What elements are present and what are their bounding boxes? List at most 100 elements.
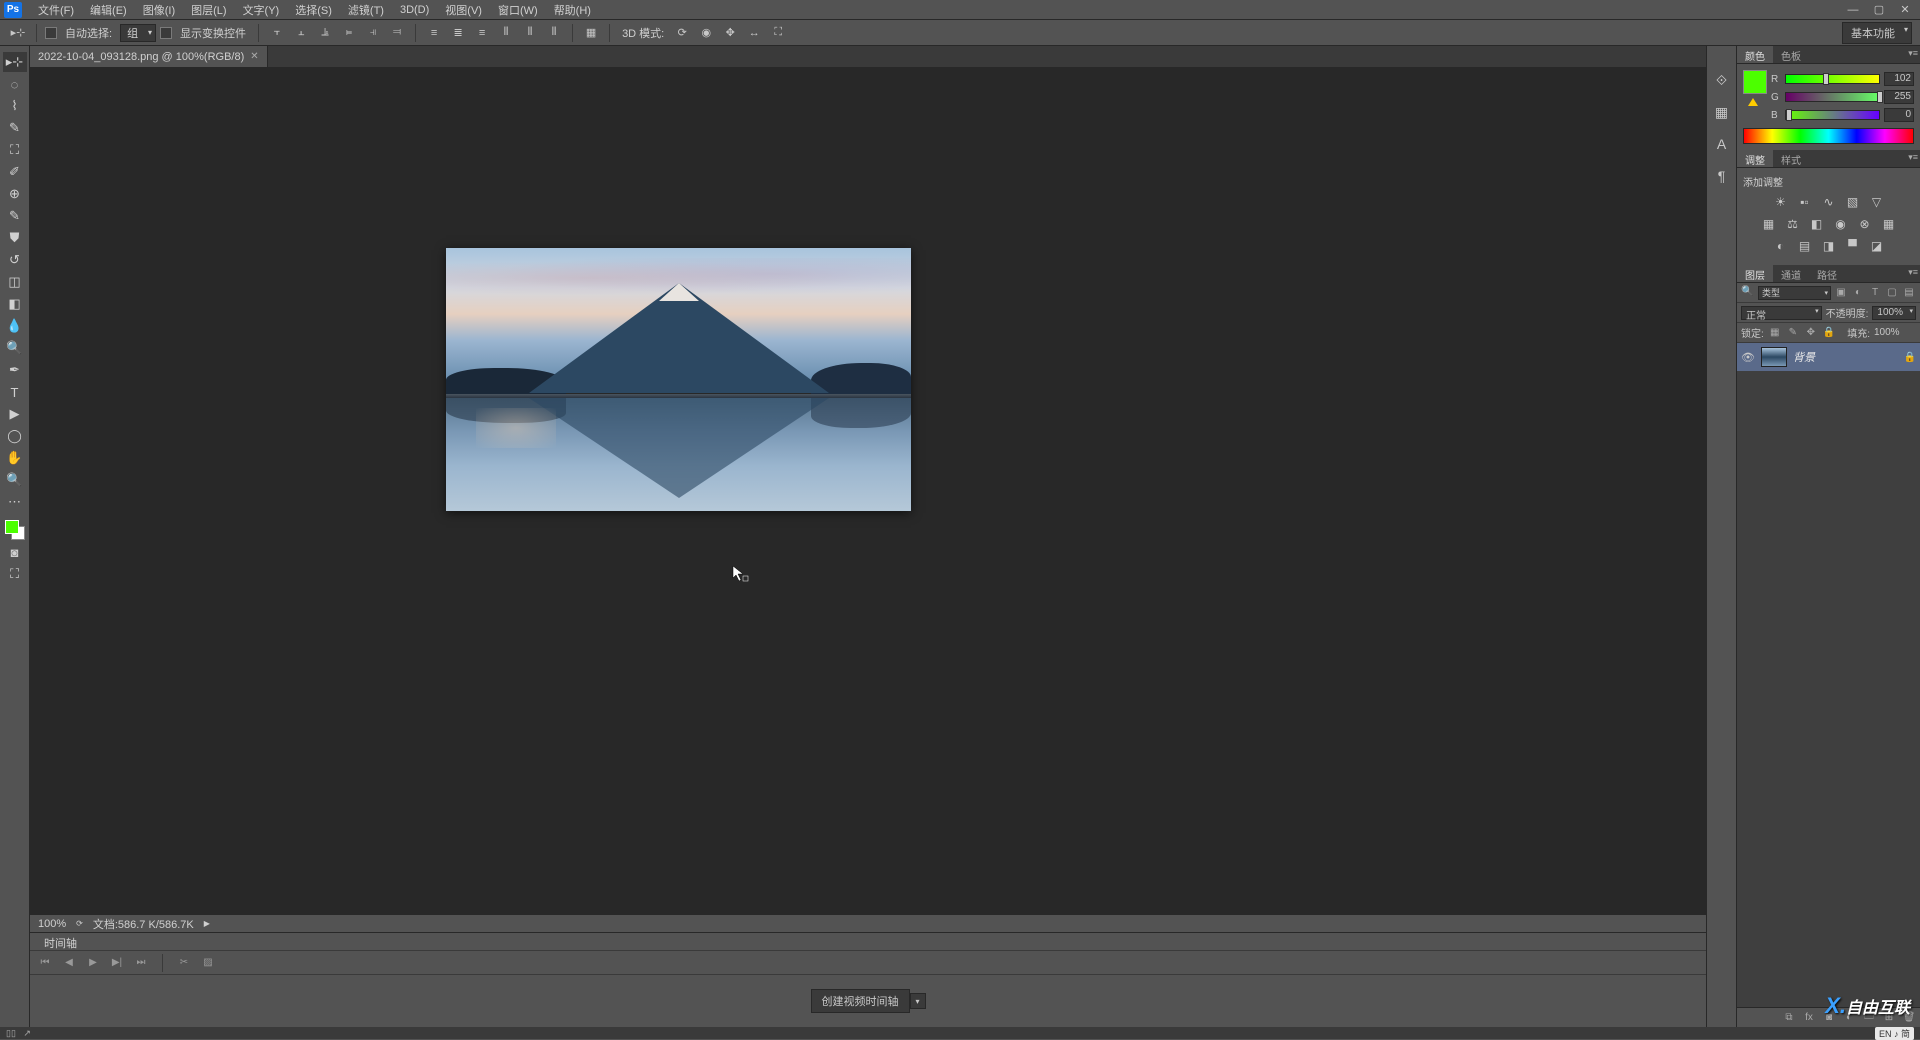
menu-layer[interactable]: 图层(L): [183, 0, 234, 20]
lock-pixels-icon[interactable]: ✎: [1786, 326, 1800, 340]
canvas[interactable]: [30, 68, 1706, 914]
timeline-prev-frame-icon[interactable]: ◀: [62, 956, 76, 970]
menu-select[interactable]: 选择(S): [287, 0, 340, 20]
show-transform-checkbox[interactable]: [160, 27, 172, 39]
lasso-tool[interactable]: ⌇: [3, 96, 27, 116]
3d-orbit-icon[interactable]: ⟳: [672, 23, 692, 43]
panel-menu-icon[interactable]: ▾≡: [1908, 267, 1918, 278]
crop-tool[interactable]: ⛶: [3, 140, 27, 160]
g-slider[interactable]: [1785, 92, 1880, 102]
r-value[interactable]: 102: [1884, 72, 1914, 86]
filter-type-dropdown[interactable]: 类型: [1758, 286, 1831, 300]
tab-channels[interactable]: 通道: [1773, 265, 1809, 282]
menu-edit[interactable]: 编辑(E): [82, 0, 135, 20]
screen-mode-toggle[interactable]: ⛶: [3, 564, 27, 584]
create-video-timeline-button[interactable]: 创建视频时间轴: [811, 989, 910, 1013]
distribute-top-icon[interactable]: ≡: [424, 23, 444, 43]
distribute-bottom-icon[interactable]: ≡: [472, 23, 492, 43]
eyedropper-tool[interactable]: ✐: [3, 162, 27, 182]
timeline-next-frame-icon[interactable]: ▶|: [110, 956, 124, 970]
filter-type-icon[interactable]: T: [1868, 286, 1882, 300]
gradient-map-icon[interactable]: ▀: [1844, 237, 1862, 255]
gradient-tool[interactable]: ◧: [3, 294, 27, 314]
lock-position-icon[interactable]: ✥: [1804, 326, 1818, 340]
menu-file[interactable]: 文件(F): [30, 0, 82, 20]
curves-icon[interactable]: ∿: [1820, 193, 1838, 211]
bw-icon[interactable]: ◧: [1808, 215, 1826, 233]
workspace-switcher[interactable]: 基本功能: [1842, 22, 1912, 44]
tab-swatches[interactable]: 色板: [1773, 46, 1809, 63]
character-panel-icon[interactable]: A: [1712, 134, 1732, 154]
doc-info-flyout-icon[interactable]: ▶: [204, 919, 210, 928]
move-tool-indicator-icon[interactable]: ▸⊹: [8, 23, 28, 43]
blur-tool[interactable]: 💧: [3, 316, 27, 336]
align-vcenter-icon[interactable]: ⫠: [291, 23, 311, 43]
history-brush-tool[interactable]: ↺: [3, 250, 27, 270]
3d-roll-icon[interactable]: ◉: [696, 23, 716, 43]
exposure-icon[interactable]: ▧: [1844, 193, 1862, 211]
ime-indicator[interactable]: EN ♪ 简: [1875, 1027, 1914, 1040]
r-slider[interactable]: [1785, 74, 1880, 84]
3d-pan-icon[interactable]: ✥: [720, 23, 740, 43]
type-tool[interactable]: T: [3, 382, 27, 402]
filter-shape-icon[interactable]: ▢: [1885, 286, 1899, 300]
eraser-tool[interactable]: ◫: [3, 272, 27, 292]
menu-filter[interactable]: 滤镜(T): [340, 0, 392, 20]
tab-color[interactable]: 颜色: [1737, 46, 1773, 63]
foreground-color[interactable]: [5, 520, 19, 534]
history-panel-icon[interactable]: ⟐: [1712, 70, 1732, 90]
search-icon[interactable]: 🔍: [1741, 286, 1755, 300]
gamut-warning-icon[interactable]: [1748, 98, 1758, 106]
3d-slide-icon[interactable]: ↔: [744, 23, 764, 43]
blend-mode-dropdown[interactable]: 正常: [1741, 306, 1822, 320]
align-right-icon[interactable]: ⫤: [387, 23, 407, 43]
quick-select-tool[interactable]: ✎: [3, 118, 27, 138]
invert-icon[interactable]: ◐: [1772, 237, 1790, 255]
align-left-icon[interactable]: ⫢: [339, 23, 359, 43]
hue-icon[interactable]: ▦: [1760, 215, 1778, 233]
timeline-last-frame-icon[interactable]: ⏭: [134, 956, 148, 970]
tab-layers[interactable]: 图层: [1737, 265, 1773, 282]
panel-menu-icon[interactable]: ▾≡: [1908, 152, 1918, 163]
marquee-tool[interactable]: ◌: [3, 74, 27, 94]
healing-brush-tool[interactable]: ⊕: [3, 184, 27, 204]
distribute-vcenter-icon[interactable]: ≣: [448, 23, 468, 43]
shape-tool[interactable]: ◯: [3, 426, 27, 446]
levels-icon[interactable]: ▪▫: [1796, 193, 1814, 211]
g-value[interactable]: 255: [1884, 90, 1914, 104]
edit-toolbar[interactable]: ⋯: [3, 492, 27, 512]
layer-name[interactable]: 背景: [1793, 349, 1815, 365]
zoom-level[interactable]: 100%: [38, 918, 66, 930]
brightness-icon[interactable]: ☀: [1772, 193, 1790, 211]
layer-row-background[interactable]: 👁 背景 🔒: [1737, 343, 1920, 371]
close-tab-icon[interactable]: ✕: [250, 51, 258, 62]
timeline-cut-icon[interactable]: ✂: [177, 956, 191, 970]
vibrance-icon[interactable]: ▽: [1868, 193, 1886, 211]
filter-smart-icon[interactable]: ▤: [1902, 286, 1916, 300]
menu-window[interactable]: 窗口(W): [490, 0, 546, 20]
threshold-icon[interactable]: ◨: [1820, 237, 1838, 255]
timeline-first-frame-icon[interactable]: ⏮: [38, 956, 52, 970]
document-tab[interactable]: 2022-10-04_093128.png @ 100%(RGB/8) ✕: [30, 46, 268, 67]
selective-color-icon[interactable]: ◪: [1868, 237, 1886, 255]
timeline-type-dropdown[interactable]: ▾: [910, 993, 926, 1009]
auto-select-checkbox[interactable]: [45, 27, 57, 39]
dodge-tool[interactable]: 🔍: [3, 338, 27, 358]
color-lookup-icon[interactable]: ▦: [1880, 215, 1898, 233]
zoom-flyout-icon[interactable]: ⟳: [76, 919, 83, 928]
close-button[interactable]: ✕: [1894, 2, 1916, 18]
layer-fx-icon[interactable]: fx: [1802, 1011, 1816, 1025]
b-slider[interactable]: [1785, 110, 1880, 120]
menu-image[interactable]: 图像(I): [135, 0, 183, 20]
menu-help[interactable]: 帮助(H): [546, 0, 599, 20]
distribute-hcenter-icon[interactable]: ⦀: [520, 23, 540, 43]
3d-scale-icon[interactable]: ⛶: [768, 23, 788, 43]
filter-adjust-icon[interactable]: ◐: [1851, 286, 1865, 300]
fill-input[interactable]: 100%: [1874, 327, 1916, 338]
timeline-play-icon[interactable]: ▶: [86, 956, 100, 970]
tab-paths[interactable]: 路径: [1809, 265, 1845, 282]
lock-transparency-icon[interactable]: ▦: [1768, 326, 1782, 340]
clone-stamp-tool[interactable]: ⛊: [3, 228, 27, 248]
brush-tool[interactable]: ✎: [3, 206, 27, 226]
link-layers-icon[interactable]: ⧉: [1782, 1011, 1796, 1025]
